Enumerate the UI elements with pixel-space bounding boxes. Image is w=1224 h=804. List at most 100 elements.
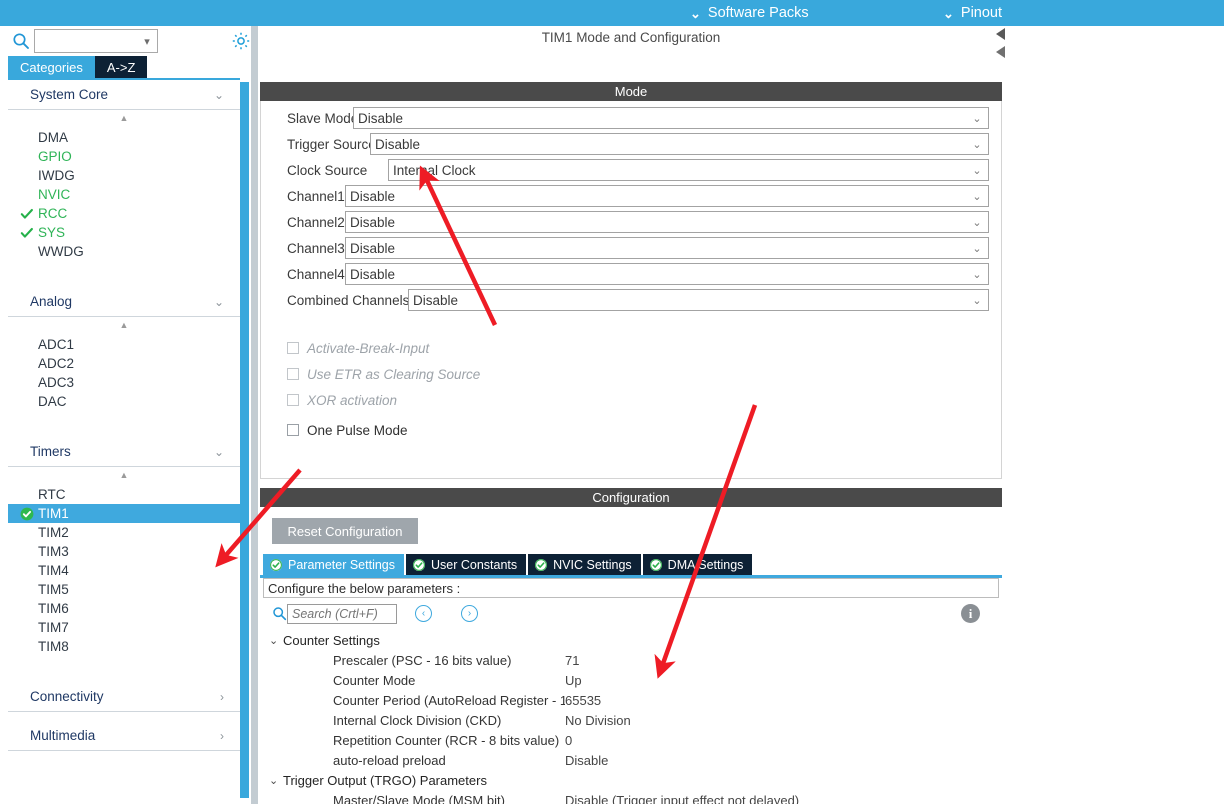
parameter-search-input[interactable]	[287, 604, 397, 624]
param-value[interactable]: 0	[565, 733, 999, 748]
category-group-label: Analog	[30, 294, 73, 309]
sidebar-item-dac[interactable]: DAC	[8, 392, 240, 411]
mode-select-channel4[interactable]: Disable ⌄	[345, 263, 989, 285]
chevron-down-icon: ⌄	[213, 87, 224, 102]
checkbox-label: One Pulse Mode	[307, 422, 408, 438]
chevron-down-icon: ⌄	[690, 5, 701, 21]
category-group-connectivity[interactable]: Connectivity ›	[8, 682, 240, 712]
tab-dma-settings[interactable]: DMA Settings	[642, 554, 753, 575]
param-value[interactable]: 71	[565, 653, 999, 668]
param-value[interactable]: 65535	[565, 693, 999, 708]
sidebar-item-dma[interactable]: DMA	[8, 128, 240, 147]
chevron-down-icon: ⌄	[972, 190, 982, 203]
sidebar-item-label: TIM2	[38, 525, 69, 540]
sidebar-item-iwdg[interactable]: IWDG	[8, 166, 240, 185]
reset-configuration-button[interactable]: Reset Configuration	[272, 518, 418, 544]
chevron-down-icon[interactable]: ⌄	[269, 774, 283, 787]
sidebar-item-nvic[interactable]: NVIC	[8, 185, 240, 204]
tab-nvic-settings[interactable]: NVIC Settings	[528, 554, 641, 575]
sidebar-item-label: NVIC	[38, 187, 71, 202]
sidebar-item-wwdg[interactable]: WWDG	[8, 242, 240, 261]
mode-row-trigger-source: Trigger Source Disable ⌄	[261, 133, 1001, 155]
sidebar-item-label: ADC1	[38, 337, 75, 352]
search-next-button[interactable]: ›	[461, 605, 478, 622]
sidebar-item-tim6[interactable]: TIM6	[8, 599, 240, 618]
checkbox-box[interactable]	[287, 424, 299, 436]
sidebar-item-label: TIM1	[38, 506, 69, 521]
check-circle-icon	[413, 558, 425, 571]
search-prev-button[interactable]: ‹	[415, 605, 432, 622]
tab-categories[interactable]: Categories	[8, 56, 95, 78]
sidebar-scrollbar-thumb[interactable]	[240, 82, 249, 798]
mode-select-trigger-source[interactable]: Disable ⌄	[370, 133, 989, 155]
sidebar-item-label: SYS	[38, 225, 66, 240]
sidebar-item-label: TIM5	[38, 582, 69, 597]
mode-select-value: Disable	[350, 214, 396, 230]
sidebar-scrollbar-track[interactable]	[240, 78, 250, 804]
mode-select-value: Disable	[350, 266, 396, 282]
list-scroll-spinner[interactable]: ▲	[8, 467, 240, 485]
param-group-counter-settings[interactable]: ⌄ Counter Settings	[263, 630, 999, 650]
sidebar-item-tim3[interactable]: TIM3	[8, 542, 240, 561]
gear-icon[interactable]	[231, 31, 251, 51]
panel-collapse-arrows[interactable]	[996, 28, 1008, 78]
chevron-down-icon: ⌄	[972, 138, 982, 151]
param-row[interactable]: Master/Slave Mode (MSM bit) Disable (Trig…	[263, 790, 999, 804]
mode-select-channel1[interactable]: Disable ⌄	[345, 185, 989, 207]
sidebar-item-gpio[interactable]: GPIO	[8, 147, 240, 166]
sidebar-item-tim8[interactable]: TIM8	[8, 637, 240, 656]
mode-select-slave-mode[interactable]: Disable ⌄	[353, 107, 989, 129]
sidebar-item-rcc[interactable]: RCC	[8, 204, 240, 223]
menu-pinout-label: Pinout	[960, 5, 1003, 21]
menu-pinout[interactable]: ⌄ Pinout	[943, 0, 1002, 26]
sidebar-item-adc3[interactable]: ADC3	[8, 373, 240, 392]
sidebar-item-tim1[interactable]: TIM1	[8, 504, 240, 523]
info-icon[interactable]: i	[961, 604, 980, 623]
category-group-analog[interactable]: Analog ⌄	[8, 287, 240, 317]
mode-row-label: Clock Source	[287, 162, 368, 178]
check-circle-icon	[535, 558, 548, 571]
category-group-system-core[interactable]: System Core ⌄	[8, 80, 240, 110]
arrow-right-icon[interactable]	[996, 46, 1005, 58]
param-row[interactable]: auto-reload preload Disable	[263, 750, 999, 770]
category-group-multimedia[interactable]: Multimedia ›	[8, 721, 240, 751]
sidebar-splitter[interactable]	[251, 26, 258, 804]
tab-a-to-z-label: A->Z	[106, 59, 136, 75]
arrow-left-icon[interactable]	[996, 28, 1005, 40]
mode-select-channel2[interactable]: Disable ⌄	[345, 211, 989, 233]
search-combobox[interactable]: ▾	[34, 29, 158, 53]
menu-software-packs[interactable]: ⌄ Software Packs	[690, 0, 809, 26]
param-row[interactable]: Counter Mode Up	[263, 670, 999, 690]
param-row[interactable]: Internal Clock Division (CKD) No Division	[263, 710, 999, 730]
param-row[interactable]: Repetition Counter (RCR - 8 bits value) 0	[263, 730, 999, 750]
checkbox-one-pulse-mode[interactable]: One Pulse Mode	[287, 420, 408, 440]
sidebar-item-adc1[interactable]: ADC1	[8, 335, 240, 354]
sidebar-item-adc2[interactable]: ADC2	[8, 354, 240, 373]
param-value[interactable]: No Division	[565, 713, 999, 728]
sidebar-item-tim2[interactable]: TIM2	[8, 523, 240, 542]
param-group-trigger-output-trgo-parameters[interactable]: ⌄ Trigger Output (TRGO) Parameters	[263, 770, 999, 790]
sidebar-item-sys[interactable]: SYS	[8, 223, 240, 242]
sidebar-item-tim4[interactable]: TIM4	[8, 561, 240, 580]
checkbox-xor-activation: XOR activation	[287, 390, 397, 410]
mode-select-combined-channels[interactable]: Disable ⌄	[408, 289, 989, 311]
tab-user-constants[interactable]: User Constants	[406, 554, 527, 575]
param-value[interactable]: Up	[565, 673, 999, 688]
tab-parameter-settings[interactable]: Parameter Settings	[263, 554, 404, 575]
param-value[interactable]: Disable (Trigger input effect not delaye…	[565, 793, 999, 804]
param-value[interactable]: Disable	[565, 753, 999, 768]
category-group-timers[interactable]: Timers ⌄	[8, 437, 240, 467]
param-row[interactable]: Counter Period (AutoReload Register - 16…	[263, 690, 999, 710]
mode-select-clock-source[interactable]: Internal Clock ⌄	[388, 159, 989, 181]
mode-select-channel3[interactable]: Disable ⌄	[345, 237, 989, 259]
list-scroll-spinner[interactable]: ▲	[8, 317, 240, 335]
sidebar-item-rtc[interactable]: RTC	[8, 485, 240, 504]
sidebar-item-tim5[interactable]: TIM5	[8, 580, 240, 599]
category-group-label: System Core	[30, 87, 109, 102]
param-row[interactable]: Prescaler (PSC - 16 bits value) 71	[263, 650, 999, 670]
mode-row-channel4: Channel4 Disable ⌄	[261, 263, 1001, 285]
sidebar-item-tim7[interactable]: TIM7	[8, 618, 240, 637]
tab-a-to-z[interactable]: A->Z	[94, 56, 148, 78]
list-scroll-spinner[interactable]: ▲	[8, 110, 240, 128]
chevron-down-icon[interactable]: ⌄	[269, 634, 283, 647]
